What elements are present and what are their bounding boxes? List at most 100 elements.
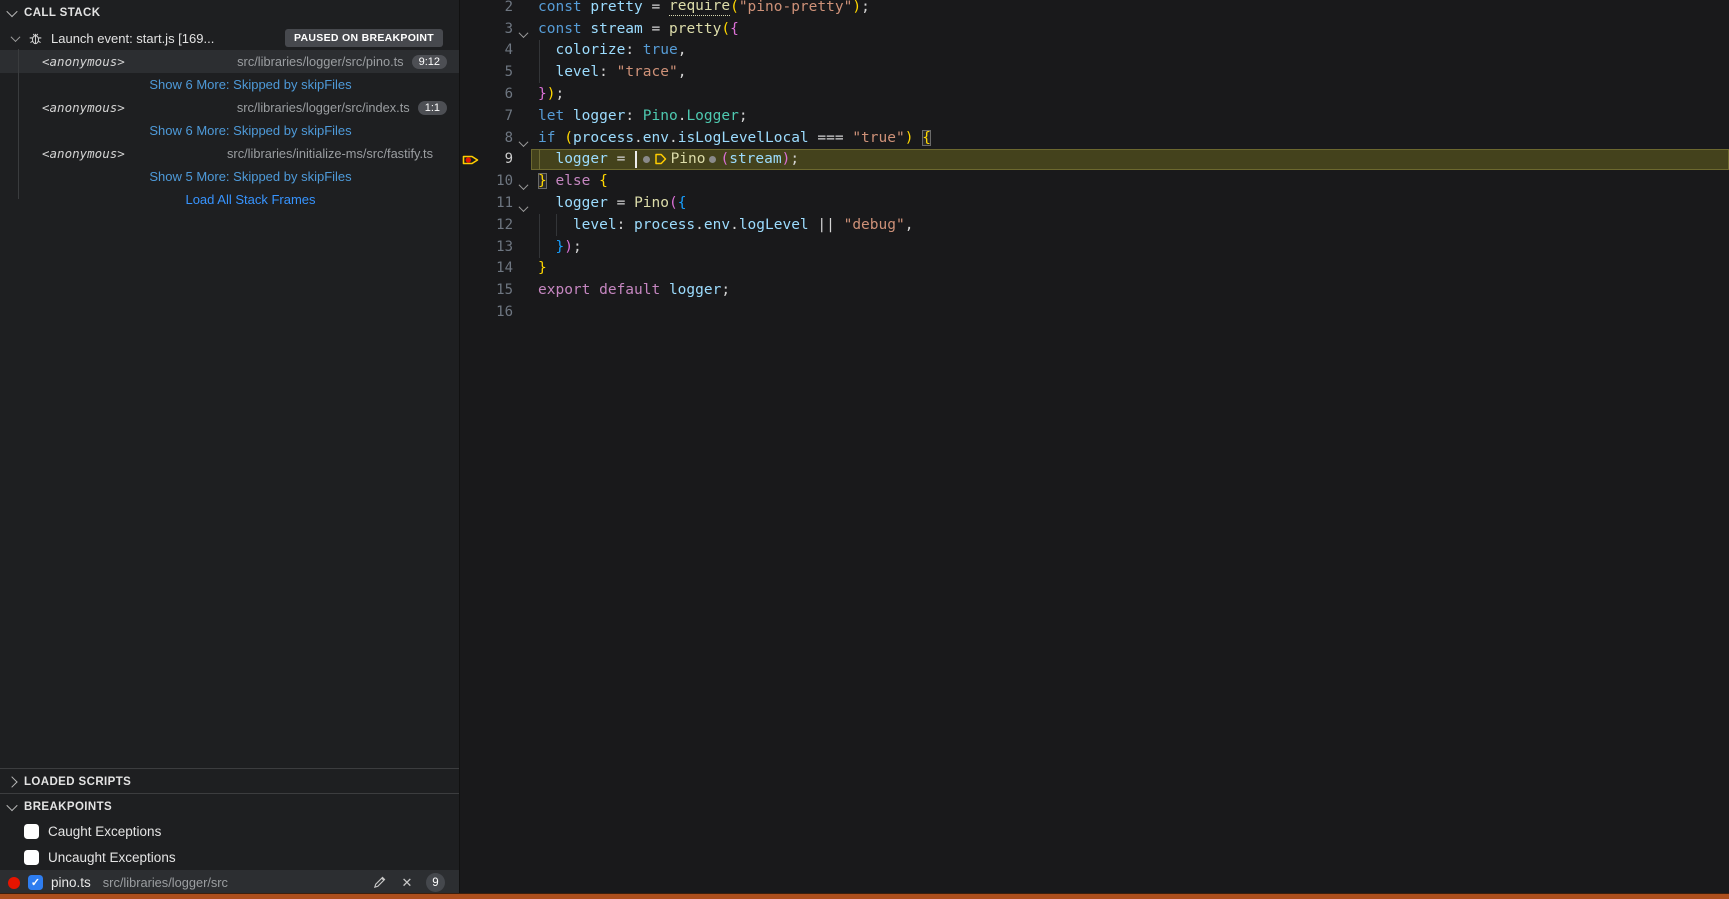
- stack-frame-row[interactable]: <anonymous> src/libraries/logger/src/pino…: [0, 50, 459, 73]
- code-token: }: [538, 86, 547, 103]
- line-number[interactable]: 2: [460, 0, 513, 18]
- code-token: .: [668, 129, 678, 146]
- line-number[interactable]: 4: [460, 40, 513, 62]
- breakpoint-row[interactable]: ✓ pino.ts src/libraries/logger/src ✕ 9: [0, 870, 459, 895]
- skip-files-link[interactable]: Show 6 More: Skipped by skipFiles: [0, 73, 459, 96]
- breakpoint-arrow-icon[interactable]: [462, 153, 481, 171]
- stack-frame-row[interactable]: <anonymous> src/libraries/logger/src/inde…: [0, 96, 459, 119]
- code-token: {: [677, 195, 687, 212]
- inline-execution-pointer-icon: [654, 152, 668, 166]
- loaded-scripts-header[interactable]: LOADED SCRIPTS: [0, 768, 459, 794]
- code-token: logLevel: [738, 216, 809, 233]
- code-editor[interactable]: 2 const pretty = require("pino-pretty"); 3…: [460, 0, 1729, 894]
- code-token: stream: [729, 151, 782, 168]
- line-number[interactable]: 15: [460, 279, 513, 301]
- line-number[interactable]: 5: [460, 61, 513, 83]
- breakpoint-actions: ✕ 9: [370, 873, 445, 892]
- edit-breakpoint-button[interactable]: [370, 874, 388, 892]
- line-number[interactable]: 10: [460, 170, 513, 192]
- code-token: :: [625, 42, 643, 59]
- skip-files-label: Show 6 More: Skipped by skipFiles: [149, 77, 352, 92]
- code-token: pretty: [668, 20, 722, 37]
- call-stack-title: CALL STACK: [24, 6, 101, 19]
- code-text: }: [538, 258, 547, 280]
- checkbox[interactable]: ✓: [28, 875, 43, 890]
- exception-toggle-row[interactable]: Caught Exceptions: [0, 818, 459, 844]
- code-token: ): [852, 0, 862, 15]
- code-line[interactable]: 8 if (process. env. isLogLevelLocal === "tr…: [460, 127, 1729, 149]
- close-icon: ✕: [401, 874, 413, 890]
- line-number[interactable]: 12: [460, 214, 513, 236]
- code-line[interactable]: 7 let logger: Pino. Logger;: [460, 105, 1729, 127]
- frame-path: src/libraries/logger/src/index.ts: [236, 100, 410, 115]
- code-token: ;: [572, 238, 582, 255]
- debug-session-row[interactable]: Launch event: start.js [169... PAUSED ON…: [0, 26, 459, 50]
- loaded-scripts-title: LOADED SCRIPTS: [24, 775, 132, 788]
- code-token: logger: [668, 282, 722, 299]
- code-token: =: [642, 0, 669, 15]
- code-line[interactable]: 5 level: "trace",: [460, 61, 1729, 84]
- code-line[interactable]: 13 });: [460, 235, 1729, 258]
- code-token: colorize: [555, 42, 626, 59]
- code-token: env: [642, 129, 669, 146]
- load-all-stack-frames-link[interactable]: Load All Stack Frames: [0, 188, 459, 211]
- code-token: Pino: [634, 195, 669, 212]
- line-number[interactable]: 3: [460, 18, 513, 40]
- code-token: =: [607, 195, 635, 212]
- breakpoint-dot-icon: [8, 876, 20, 889]
- breakpoints-header[interactable]: BREAKPOINTS: [0, 793, 459, 819]
- exception-toggle-row[interactable]: Uncaught Exceptions: [0, 844, 459, 870]
- code-token: {: [922, 129, 931, 146]
- line-number[interactable]: 13: [460, 236, 513, 258]
- code-line[interactable]: 12 level: process. env. logLevel || "debug…: [460, 213, 1729, 236]
- code-token: =: [642, 20, 669, 37]
- line-number[interactable]: 6: [460, 83, 513, 105]
- code-line[interactable]: 9 logger = Pino(stream);: [460, 148, 1729, 171]
- code-token: logger: [555, 151, 608, 168]
- code-text: colorize: true,: [538, 40, 686, 62]
- code-token: ;: [790, 151, 800, 168]
- stack-frame-row[interactable]: <anonymous> src/libraries/initialize-ms/s…: [0, 142, 459, 165]
- code-token: :: [599, 64, 617, 81]
- code-line[interactable]: 3 const stream = pretty({: [460, 18, 1729, 40]
- remove-breakpoint-button[interactable]: ✕: [398, 874, 416, 892]
- line-number[interactable]: 14: [460, 258, 513, 280]
- chevron-down-icon: [518, 180, 529, 191]
- line-number[interactable]: 16: [460, 301, 513, 323]
- call-stack-header[interactable]: CALL STACK: [0, 0, 459, 25]
- call-stack-list: <anonymous> src/libraries/logger/src/pino…: [0, 50, 459, 211]
- line-column-badge: 1:1: [417, 100, 447, 115]
- skip-files-link[interactable]: Show 6 More: Skipped by skipFiles: [0, 119, 459, 142]
- code-line[interactable]: 6});: [460, 83, 1729, 105]
- code-token: if: [538, 129, 565, 146]
- code-line[interactable]: 2 const pretty = require("pino-pretty");: [460, 0, 1729, 18]
- checkbox[interactable]: [24, 849, 39, 865]
- line-number[interactable]: 7: [460, 105, 513, 127]
- code-token: :: [616, 216, 635, 233]
- skip-files-link[interactable]: Show 5 More: Skipped by skipFiles: [0, 165, 459, 188]
- chevron-down-icon: [6, 5, 18, 17]
- code-token: "pino-pretty": [738, 0, 853, 15]
- code-token: process: [572, 129, 635, 146]
- line-number[interactable]: 8: [460, 127, 513, 149]
- exception-toggle-label: Caught Exceptions: [48, 823, 162, 839]
- code-line[interactable]: 10} else {: [460, 170, 1729, 192]
- code-token: .: [677, 107, 687, 124]
- code-token: Logger: [686, 107, 739, 124]
- inline-breakpoint-candidate-icon: [709, 155, 717, 163]
- code-line[interactable]: 4 colorize: true,: [460, 39, 1729, 62]
- code-line[interactable]: 15 export default logger;: [460, 279, 1729, 301]
- line-number[interactable]: 11: [460, 192, 513, 214]
- skip-files-label: Show 5 More: Skipped by skipFiles: [149, 169, 352, 184]
- code-line[interactable]: 16: [460, 301, 1729, 323]
- code-line[interactable]: 14}: [460, 258, 1729, 280]
- code-token: .: [634, 129, 643, 146]
- code-line[interactable]: 11 logger = Pino({: [460, 192, 1729, 214]
- code-text: let logger: Pino. Logger;: [538, 105, 748, 127]
- checkbox[interactable]: [24, 823, 39, 839]
- frame-path: src/libraries/logger/src/pino.ts: [237, 54, 404, 69]
- code-token: }: [538, 173, 547, 190]
- code-token: (: [668, 195, 678, 212]
